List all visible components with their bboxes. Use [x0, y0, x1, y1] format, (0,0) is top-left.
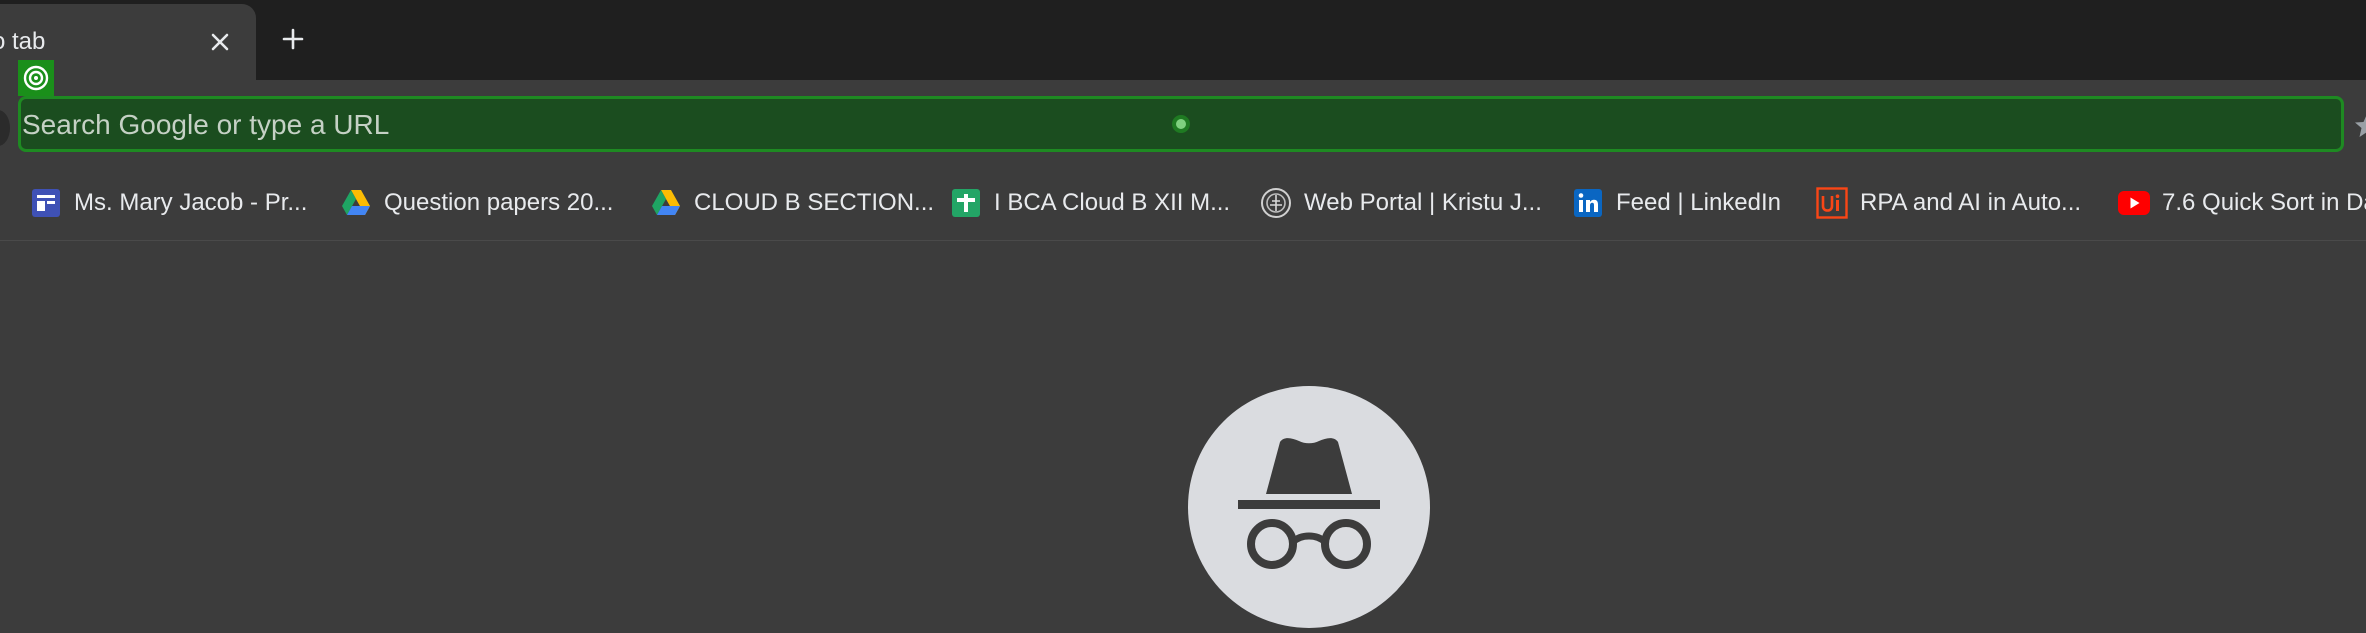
- bookmark-label: RPA and AI in Auto...: [1860, 189, 2082, 216]
- bookmark-label: Feed | LinkedIn: [1616, 189, 1782, 216]
- kristu-jayanti-logo-icon: [1260, 187, 1292, 219]
- google-drive-icon: [340, 187, 372, 219]
- tab-strip: [0, 0, 2366, 80]
- bookmark-cloud-b-section[interactable]: CLOUD B SECTION...: [650, 185, 934, 221]
- bookmark-label: Web Portal | Kristu J...: [1304, 189, 1542, 216]
- linkedin-icon: [1572, 187, 1604, 219]
- tab-title: o tab: [0, 28, 46, 55]
- bookmark-rpa-and-ai[interactable]: RPA and AI in Auto...: [1816, 185, 2081, 221]
- target-marker-icon: [18, 60, 54, 96]
- uipath-icon: [1816, 187, 1848, 219]
- bookmark-feed-linkedin[interactable]: Feed | LinkedIn: [1572, 185, 1781, 221]
- google-drive-icon: [650, 187, 682, 219]
- bookmark-question-papers[interactable]: Question papers 20...: [340, 185, 613, 221]
- plus-icon: [282, 28, 304, 50]
- new-tab-page-content: [0, 242, 2366, 626]
- bookmark-star-icon[interactable]: [2352, 112, 2366, 140]
- bookmark-label: I BCA Cloud B XII M...: [994, 189, 1231, 216]
- tab-close-button[interactable]: [204, 26, 236, 58]
- forms-icon: [30, 187, 62, 219]
- youtube-icon: [2118, 187, 2150, 219]
- new-tab-button[interactable]: [276, 22, 310, 56]
- bookmark-web-portal-kristu[interactable]: Web Portal | Kristu J...: [1260, 185, 1542, 221]
- bookmark-label: 7.6 Quick Sort in Da: [2162, 189, 2366, 216]
- bookmarks-bar: Ms. Mary Jacob - Pr... Question papers 2…: [0, 168, 2366, 241]
- bookmark-label: CLOUD B SECTION...: [694, 189, 935, 216]
- close-icon: [211, 33, 229, 51]
- bookmark-label: Ms. Mary Jacob - Pr...: [74, 189, 308, 216]
- bookmark-label: Question papers 20...: [384, 189, 614, 216]
- google-sheets-icon: [950, 187, 982, 219]
- incognito-icon: [1188, 386, 1430, 628]
- cursor-marker-dot: [1172, 115, 1190, 133]
- address-bar-placeholder: Search Google or type a URL: [22, 109, 390, 140]
- bookmark-ms-mary-jacob[interactable]: Ms. Mary Jacob - Pr...: [30, 185, 307, 221]
- bookmark-i-bca-cloud-b[interactable]: I BCA Cloud B XII M...: [950, 185, 1230, 221]
- bookmark-quick-sort[interactable]: 7.6 Quick Sort in Da: [2118, 185, 2366, 221]
